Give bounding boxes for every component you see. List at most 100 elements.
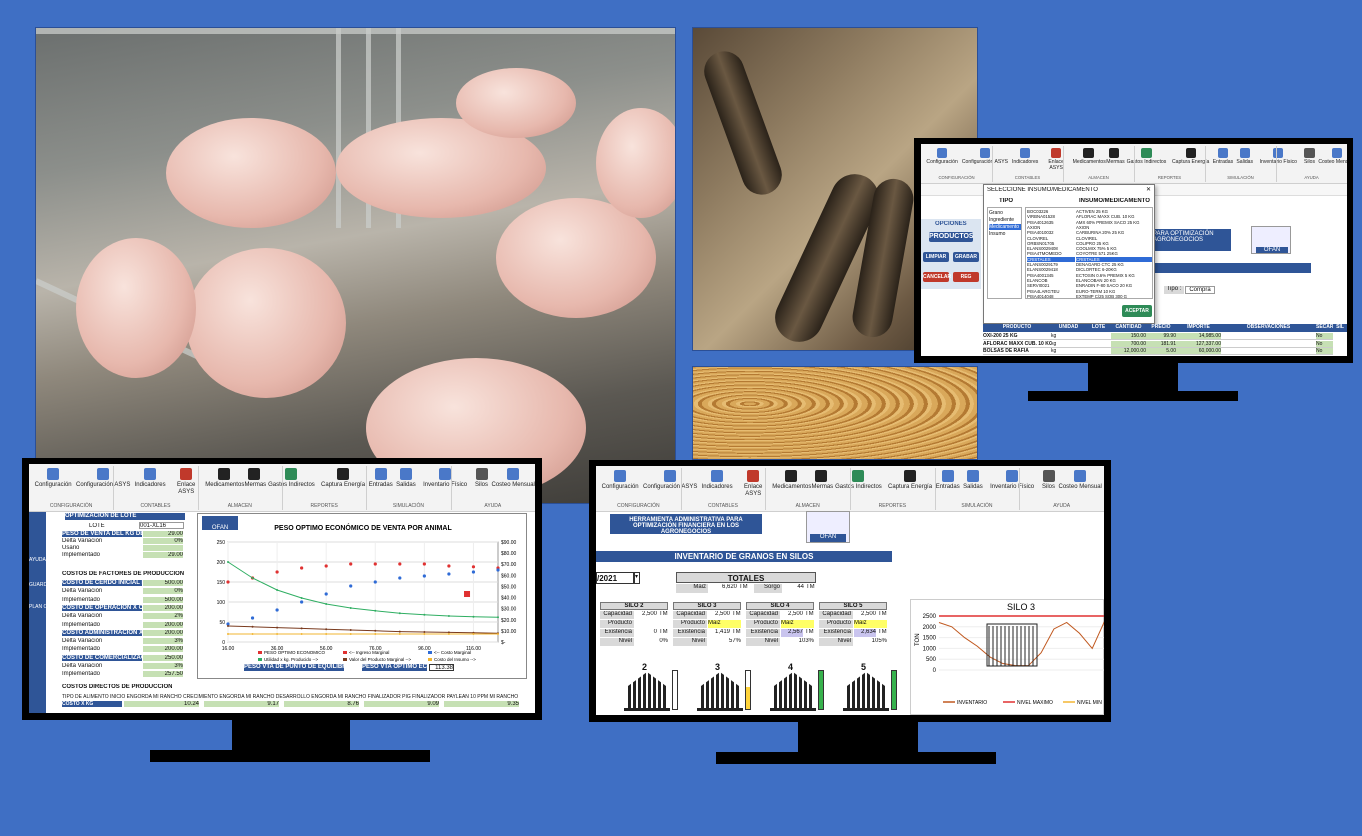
sidebar-guardar[interactable]: GUARDAR LOTE — [29, 582, 46, 588]
ribbon-energia-button[interactable]: Captura Energía — [887, 470, 934, 491]
feed-cost-value[interactable]: 8.76 — [284, 701, 359, 707]
ribbon-config-asys-button[interactable]: Configuración ASYS — [75, 468, 131, 489]
row-value[interactable]: 29.00 — [143, 531, 183, 537]
table-cell[interactable]: 150.00 — [1111, 333, 1146, 340]
tipo-item[interactable]: Ingrediente — [989, 217, 1021, 223]
ribbon-enlace-button[interactable]: Enlace ASYS — [1042, 148, 1071, 172]
cost-row-value[interactable]: 3% — [143, 638, 183, 645]
feed-cost-value[interactable]: 9.09 — [364, 701, 439, 707]
insumo-name[interactable]: CARBURINA 20% 25 KG — [1076, 230, 1152, 235]
insumo-name[interactable]: CLOVIREL — [1076, 236, 1152, 241]
table-cell[interactable]: 60,000.00 — [1176, 348, 1221, 355]
insumo-code[interactable]: ELANS0029179 — [1027, 262, 1075, 267]
table-cell[interactable]: OXI-200 25 KG — [983, 333, 1051, 340]
grabar-button[interactable]: GRABAR — [953, 252, 979, 262]
lote-value[interactable]: 001-XL16 — [139, 522, 184, 529]
ribbon-entradas-button[interactable]: Entradas — [368, 468, 393, 489]
insumo-code[interactable]: PISA4010032 — [1027, 230, 1075, 235]
table-cell[interactable]: No — [1316, 333, 1333, 340]
ribbon-silos-button[interactable]: Silos — [474, 468, 490, 489]
ribbon-mermas-button[interactable]: Mermas — [812, 470, 833, 491]
chevron-down-icon[interactable]: ▾ — [634, 572, 640, 584]
silo-icon[interactable] — [770, 672, 816, 712]
date-select[interactable]: /2021 — [596, 572, 634, 584]
cost-row-value[interactable]: 0% — [143, 588, 183, 595]
insumo-name[interactable]: CRISTALES — [1076, 256, 1152, 262]
insumo-code[interactable]: AXION — [1027, 225, 1075, 230]
ribbon-inventario-button[interactable]: Inventario Físico — [986, 470, 1039, 491]
ribbon-config-button[interactable]: Configuración — [600, 470, 640, 491]
ribbon-silos-button[interactable]: Silos — [1303, 148, 1317, 166]
ribbon-gastos-button[interactable]: Gastos Indirectos — [832, 470, 885, 491]
ribbon-config-asys-button[interactable]: Configuración ASYS — [642, 470, 698, 491]
productos-button[interactable]: PRODUCTOS — [929, 232, 974, 242]
table-cell[interactable]: kg — [1051, 333, 1086, 340]
ribbon-salidas-button[interactable]: Salidas — [395, 468, 417, 489]
aceptar-button[interactable]: ACEPTAR — [1122, 305, 1152, 317]
tipo-item[interactable]: Grano — [989, 210, 1021, 216]
insumo-code[interactable]: CLOVIREL — [1027, 236, 1075, 241]
ribbon-indicadores-button[interactable]: Indicadores — [133, 468, 167, 489]
table-cell[interactable]: kg — [1051, 340, 1086, 348]
row-value[interactable] — [143, 545, 183, 551]
insumo-name[interactable]: COOLMIX 75% 5 KG — [1076, 246, 1152, 251]
insumo-name[interactable]: ACTIVEN 25 KG — [1076, 209, 1152, 214]
tipo-item[interactable]: Insumo — [989, 231, 1021, 237]
sidebar-ayuda[interactable]: AYUDA — [29, 557, 46, 563]
ribbon-salidas-button[interactable]: Salidas — [1235, 148, 1253, 166]
cancelar-button[interactable]: CANCELAR — [923, 272, 951, 282]
ribbon-salidas-button[interactable]: Salidas — [962, 470, 984, 491]
cost-row-value[interactable]: 257.50 — [143, 671, 183, 678]
insumo-code[interactable]: ELANS0029408 — [1027, 246, 1075, 251]
limpiar-button[interactable]: LIMPIAR — [923, 252, 949, 262]
ribbon-config-button[interactable]: Configuración — [33, 468, 73, 489]
cost-row-value[interactable]: 200.00 — [143, 621, 183, 628]
insumo-code[interactable]: VIRBNA01528 — [1027, 214, 1075, 219]
feed-cost-value[interactable]: 9.17 — [204, 701, 279, 707]
insumo-name[interactable]: DICLORTEC 6-20KG — [1076, 267, 1152, 272]
table-cell[interactable]: 99.90 — [1146, 333, 1176, 340]
cost-row-value[interactable]: 2% — [143, 613, 183, 620]
insumo-code[interactable]: PISA4001345 — [1027, 273, 1075, 278]
table-cell[interactable]: 181.91 — [1146, 340, 1176, 348]
table-cell[interactable] — [1221, 348, 1316, 355]
table-cell[interactable] — [1221, 333, 1316, 340]
insumo-code[interactable]: BOC03226 — [1027, 209, 1075, 214]
table-cell[interactable] — [1221, 340, 1316, 348]
insumo-code[interactable]: SERVI0021 — [1027, 283, 1075, 288]
cost-row-value[interactable]: 3% — [143, 663, 183, 669]
ofan-thumb[interactable]: OFAN — [806, 511, 850, 543]
insumo-code[interactable]: PISA4014048 — [1027, 294, 1075, 298]
ribbon-inventario-button[interactable]: Inventario Físico — [1256, 148, 1301, 166]
table-cell[interactable]: 12,000.00 — [1111, 348, 1146, 355]
insumo-code[interactable]: ELANCOB — [1027, 278, 1075, 283]
cost-row-value[interactable]: 250.00 — [143, 654, 183, 661]
insumo-list[interactable]: BOC03226 ACTIVEN 25 KG VIRBNA01528 AFLORAC … — [1025, 207, 1153, 299]
tipo-item[interactable]: Medicamento — [989, 224, 1021, 230]
table-cell[interactable]: 127,337.00 — [1176, 340, 1221, 348]
ribbon-costeo-button[interactable]: Costeo Mensual — [492, 468, 535, 489]
ribbon-indicadores-button[interactable]: Indicadores — [700, 470, 734, 491]
insumo-code[interactable]: PISA4012635 — [1027, 220, 1075, 225]
insumo-name[interactable]: ENRADIN F-80 SACO 20 KG — [1076, 283, 1152, 288]
insumo-code[interactable]: PISA4TMOMEDO — [1027, 251, 1075, 256]
cost-row-value[interactable]: 500.00 — [143, 580, 183, 586]
ribbon-gastos-button[interactable]: Gastos Indirectos — [265, 468, 318, 489]
ribbon-inventario-button[interactable]: Inventario Físico — [419, 468, 472, 489]
table-cell[interactable]: 700.00 — [1111, 340, 1146, 348]
table-cell[interactable]: AFLORAC MAXX CUB. 10 KG — [983, 340, 1051, 348]
insumo-name[interactable]: AFLORAC MAXX CUB. 10 KG — [1076, 214, 1152, 219]
ribbon-costeo-button[interactable]: Costeo Mensual — [1318, 148, 1347, 166]
close-icon[interactable]: ✕ — [1146, 186, 1151, 193]
insumo-name[interactable]: COYOTRE 571 25KG — [1076, 251, 1152, 256]
ribbon-costeo-button[interactable]: Costeo Mensual — [1059, 470, 1102, 491]
ribbon-entradas-button[interactable]: Entradas — [1212, 148, 1233, 166]
row-value[interactable]: 0% — [143, 538, 183, 544]
ribbon-config-asys-button[interactable]: Configuración ASYS — [961, 148, 1008, 166]
ribbon-entradas-button[interactable]: Entradas — [935, 470, 960, 491]
insumo-name[interactable]: AXION — [1076, 225, 1152, 230]
feed-cost-value[interactable]: 10.24 — [124, 701, 199, 707]
insumo-name[interactable]: ELANCOBAN 20 KG — [1076, 278, 1152, 283]
table-cell[interactable]: 14,985.00 — [1176, 333, 1221, 340]
silo-icon[interactable] — [624, 672, 670, 712]
